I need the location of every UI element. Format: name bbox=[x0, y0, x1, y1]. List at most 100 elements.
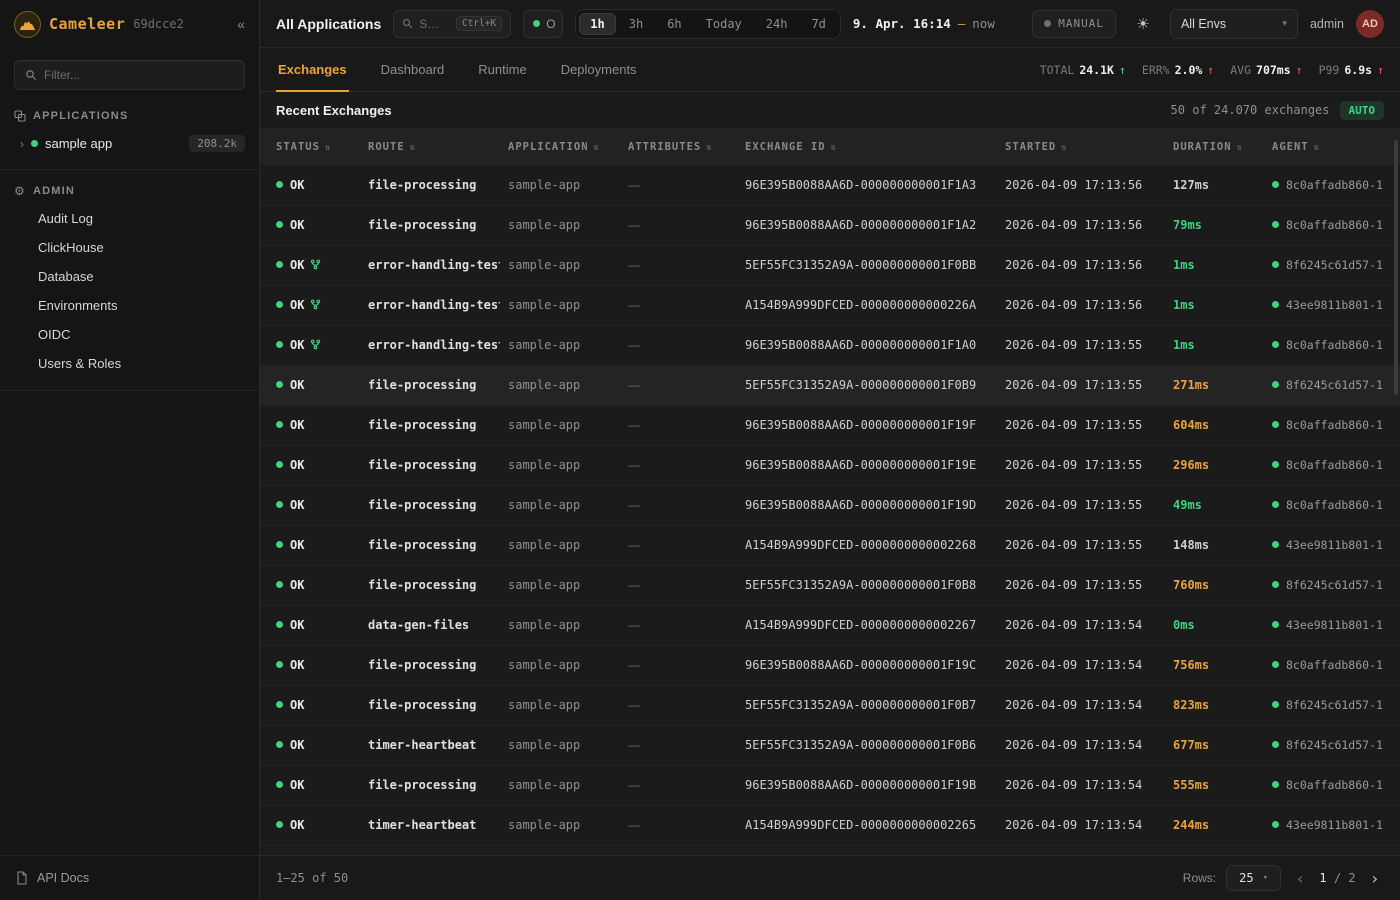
time-range-group: 1h3h6hToday24h7d bbox=[575, 9, 841, 39]
column-header-agent[interactable]: AGENT⇅ bbox=[1264, 128, 1400, 165]
column-header-route[interactable]: ROUTE⇅ bbox=[360, 128, 500, 165]
agent-cell: 43ee9811b801-1 bbox=[1264, 605, 1400, 645]
env-select-value: All Envs bbox=[1181, 17, 1226, 31]
stat-avg: AVG707ms↑ bbox=[1230, 63, 1302, 77]
time-range-24h[interactable]: 24h bbox=[755, 13, 799, 35]
sort-icon: ⇅ bbox=[706, 143, 712, 153]
sidebar-item-environments[interactable]: Environments bbox=[0, 291, 259, 320]
attributes-cell: — bbox=[620, 365, 737, 405]
table-row[interactable]: OKfile-processingsample-app—96E395B0088A… bbox=[260, 165, 1400, 205]
agent-cell: 8c0affadb860-1 bbox=[1264, 325, 1400, 365]
tab-bar: Exchanges Dashboard Runtime Deployments TOT… bbox=[260, 48, 1400, 92]
application-cell: sample-app bbox=[500, 405, 620, 445]
tab-deployments[interactable]: Deployments bbox=[559, 48, 639, 92]
column-header-started[interactable]: STARTED⇅ bbox=[997, 128, 1165, 165]
table-row[interactable]: OKtimer-heartbeatsample-app—5EF55FC31352… bbox=[260, 725, 1400, 765]
sidebar-item-audit-log[interactable]: Audit Log bbox=[0, 204, 259, 233]
env-select[interactable]: All Envs ▾ bbox=[1170, 9, 1298, 39]
attributes-cell: — bbox=[620, 765, 737, 805]
table-row[interactable]: OKfile-processingsample-app—5EF55FC31352… bbox=[260, 685, 1400, 725]
sort-icon: ⇅ bbox=[1314, 143, 1320, 153]
started-cell: 2026-04-09 17:13:54 bbox=[997, 725, 1165, 765]
attributes-cell: — bbox=[620, 325, 737, 365]
sidebar-item-clickhouse[interactable]: ClickHouse bbox=[0, 233, 259, 262]
agent-status-dot bbox=[1272, 181, 1279, 188]
sidebar-item-users-roles[interactable]: Users & Roles bbox=[0, 349, 259, 378]
column-header-duration[interactable]: DURATION⇅ bbox=[1165, 128, 1264, 165]
route-cell: file-processing bbox=[360, 405, 500, 445]
chevron-down-icon: ▾ bbox=[1263, 873, 1268, 883]
app-status-dot bbox=[31, 140, 38, 147]
sidebar-collapse-button[interactable]: « bbox=[237, 16, 245, 32]
time-range-7d[interactable]: 7d bbox=[800, 13, 836, 35]
avatar[interactable]: AD bbox=[1356, 10, 1384, 38]
route-cell: data-gen-files bbox=[360, 605, 500, 645]
global-search-input[interactable]: S… Ctrl+K bbox=[393, 10, 511, 38]
agent-status-dot bbox=[1272, 261, 1279, 268]
table-row[interactable]: OKerror-handling-testsample-app—5EF55FC3… bbox=[260, 245, 1400, 285]
column-header-exchange-id[interactable]: EXCHANGE ID⇅ bbox=[737, 128, 997, 165]
table-row[interactable]: OKfile-processingsample-app—96E395B0088A… bbox=[260, 205, 1400, 245]
auto-refresh-badge[interactable]: AUTO bbox=[1340, 101, 1385, 120]
status-dot bbox=[276, 381, 283, 388]
table-row[interactable]: OKdata-gen-filessample-app—A154B9A999DFC… bbox=[260, 605, 1400, 645]
api-docs-label: API Docs bbox=[37, 871, 89, 885]
table-row[interactable]: OKfile-processingsample-app—96E395B0088A… bbox=[260, 645, 1400, 685]
duration-cell: 555ms bbox=[1165, 765, 1264, 805]
column-header-attributes[interactable]: ATTRIBUTES⇅ bbox=[620, 128, 737, 165]
time-range-3h[interactable]: 3h bbox=[618, 13, 654, 35]
applications-section-label: APPLICATIONS bbox=[33, 110, 128, 122]
status-cell: OK bbox=[260, 205, 360, 245]
rows-per-page-select[interactable]: 25 ▾ bbox=[1226, 865, 1281, 891]
table-row[interactable]: OKfile-processingsample-app—5EF55FC31352… bbox=[260, 365, 1400, 405]
trend-up-icon: ↑ bbox=[1119, 63, 1126, 77]
applications-icon bbox=[14, 110, 26, 122]
status-cell: OK bbox=[260, 285, 360, 325]
status-dot bbox=[276, 661, 283, 668]
build-version: 69dcce2 bbox=[133, 17, 184, 31]
live-toggle[interactable]: O bbox=[523, 10, 563, 38]
next-page-button[interactable]: › bbox=[1366, 867, 1384, 890]
manual-refresh-button[interactable]: MANUAL bbox=[1032, 10, 1116, 38]
started-cell: 2026-04-09 17:13:54 bbox=[997, 605, 1165, 645]
main-content: All Applications S… Ctrl+K O 1h3h6hToday… bbox=[260, 0, 1400, 900]
sidebar-item-database[interactable]: Database bbox=[0, 262, 259, 291]
tab-dashboard[interactable]: Dashboard bbox=[379, 48, 447, 92]
theme-toggle-button[interactable]: ☀ bbox=[1128, 10, 1158, 38]
sidebar-filter-input[interactable] bbox=[44, 68, 234, 82]
exchange-id-cell: 5EF55FC31352A9A-000000000001F0B6 bbox=[737, 725, 997, 765]
tab-exchanges[interactable]: Exchanges bbox=[276, 48, 349, 92]
sidebar-item-sample-app[interactable]: › sample app 208.2k bbox=[0, 128, 259, 159]
status-cell: OK bbox=[260, 685, 360, 725]
scrollbar[interactable] bbox=[1394, 140, 1398, 395]
table-row[interactable]: OKfile-processingsample-app—A154B9A999DF… bbox=[260, 525, 1400, 565]
application-cell: sample-app bbox=[500, 245, 620, 285]
sidebar-item-oidc[interactable]: OIDC bbox=[0, 320, 259, 349]
prev-page-button[interactable]: ‹ bbox=[1291, 867, 1309, 890]
stat-total: TOTAL24.1K↑ bbox=[1040, 63, 1126, 77]
column-header-application[interactable]: APPLICATION⇅ bbox=[500, 128, 620, 165]
agent-cell: 8c0affadb860-1 bbox=[1264, 205, 1400, 245]
manual-status-dot bbox=[1044, 20, 1051, 27]
table-row[interactable]: OKfile-processingsample-app—96E395B0088A… bbox=[260, 765, 1400, 805]
table-row[interactable]: OKfile-processingsample-app—96E395B0088A… bbox=[260, 445, 1400, 485]
column-header-status[interactable]: STATUS⇅ bbox=[260, 128, 360, 165]
sidebar-item-api-docs[interactable]: API Docs bbox=[0, 855, 259, 900]
table-row[interactable]: OKfile-processingsample-app—5EF55FC31352… bbox=[260, 565, 1400, 605]
tab-runtime[interactable]: Runtime bbox=[476, 48, 528, 92]
table-row[interactable]: OKtimer-heartbeatsample-app—A154B9A999DF… bbox=[260, 805, 1400, 845]
started-cell: 2026-04-09 17:13:56 bbox=[997, 285, 1165, 325]
table-row[interactable]: OKfile-processingsample-app—96E395B0088A… bbox=[260, 405, 1400, 445]
route-cell: error-handling-test bbox=[360, 245, 500, 285]
exchange-id-cell: 96E395B0088AA6D-000000000001F19D bbox=[737, 485, 997, 525]
time-range-6h[interactable]: 6h bbox=[656, 13, 692, 35]
duration-cell: 0ms bbox=[1165, 605, 1264, 645]
stat-p99: P996.9s↑ bbox=[1319, 63, 1384, 77]
status-cell: OK bbox=[260, 645, 360, 685]
table-row[interactable]: OKerror-handling-testsample-app—A154B9A9… bbox=[260, 285, 1400, 325]
status-dot bbox=[276, 741, 283, 748]
time-range-1h[interactable]: 1h bbox=[579, 13, 615, 35]
table-row[interactable]: OKerror-handling-testsample-app—96E395B0… bbox=[260, 325, 1400, 365]
table-row[interactable]: OKfile-processingsample-app—96E395B0088A… bbox=[260, 485, 1400, 525]
time-range-today[interactable]: Today bbox=[695, 13, 753, 35]
